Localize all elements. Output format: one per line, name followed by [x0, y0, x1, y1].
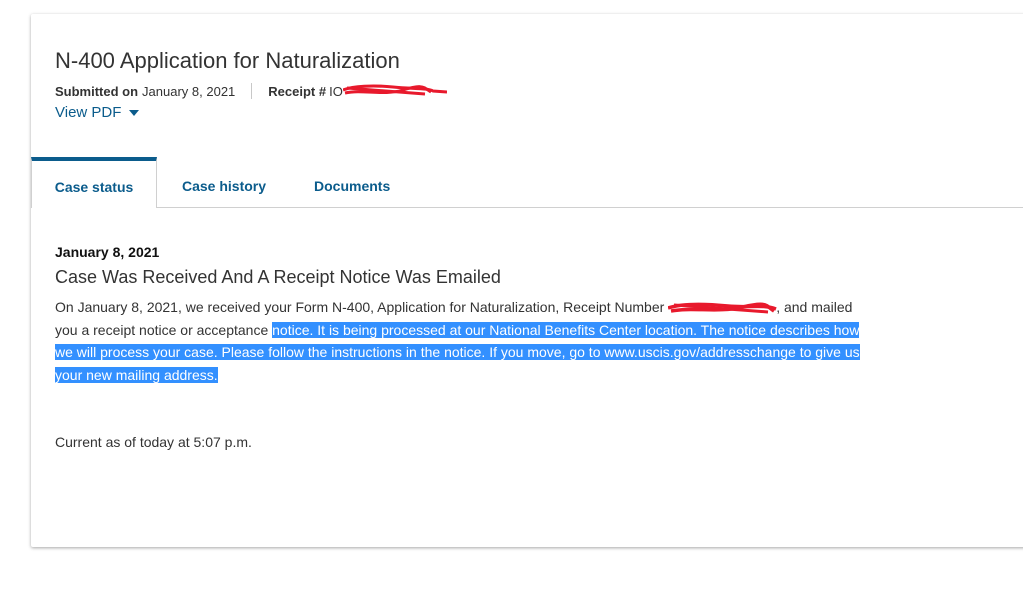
case-header: N-400 Application for Naturalization Sub…: [55, 46, 447, 122]
page-title: N-400 Application for Naturalization: [55, 48, 400, 73]
current-as-of: Current as of today at 5:07 p.m.: [55, 434, 252, 450]
receipt-number-prefix: IO: [329, 83, 343, 99]
tab-case-history[interactable]: Case history: [182, 157, 266, 207]
caret-down-icon: [129, 109, 140, 116]
view-pdf-dropdown[interactable]: View PDF: [55, 104, 140, 121]
meta-divider: [251, 83, 253, 99]
status-description: On January 8, 2021, we received your For…: [55, 296, 867, 386]
receipt-number-redaction-mark: [668, 302, 777, 314]
status-body-part1: On January 8, 2021, we received your For…: [55, 299, 669, 315]
receipt-redaction-mark: [342, 84, 447, 96]
status-date: January 8, 2021: [55, 244, 160, 260]
case-status-panel: January 8, 2021 Case Was Received And A …: [55, 243, 875, 386]
tab-case-status[interactable]: Case status: [31, 157, 157, 208]
case-meta: Submitted on January 8, 2021 Receipt # I…: [55, 82, 447, 100]
view-pdf-label: View PDF: [55, 104, 122, 121]
case-tabs: Case status Case history Documents: [31, 157, 1023, 208]
status-title: Case Was Received And A Receipt Notice W…: [55, 267, 501, 287]
tab-documents[interactable]: Documents: [314, 157, 390, 207]
submitted-label: Submitted on: [55, 83, 139, 99]
receipt-label: Receipt #: [268, 83, 327, 99]
case-card: N-400 Application for Naturalization Sub…: [31, 14, 1023, 547]
submitted-date: January 8, 2021: [142, 83, 236, 99]
